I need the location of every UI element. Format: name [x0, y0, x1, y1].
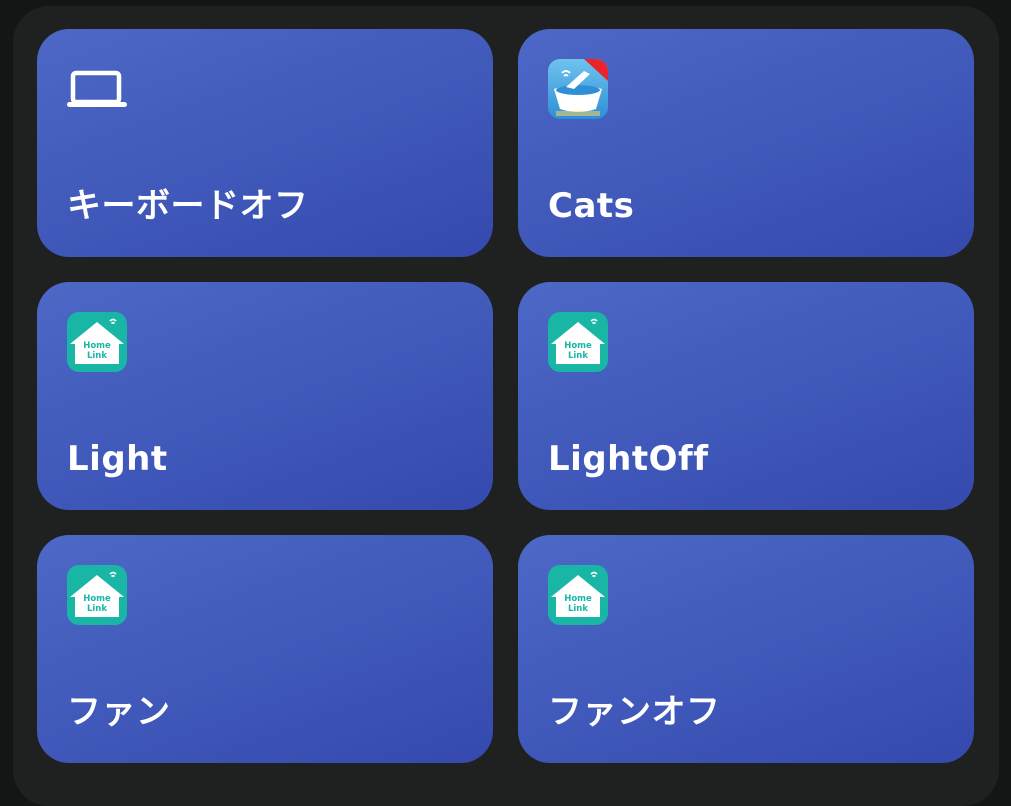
- shortcut-lightoff[interactable]: Home Link LightOff: [518, 282, 974, 510]
- svg-text:Link: Link: [87, 604, 107, 614]
- svg-text:Home: Home: [83, 341, 111, 351]
- shortcut-cats[interactable]: Cats: [518, 29, 974, 257]
- shortcut-fan-off[interactable]: Home Link ファンオフ: [518, 535, 974, 763]
- shortcut-light[interactable]: Home Link Light: [37, 282, 493, 510]
- pet-feeder-app-icon: [548, 59, 608, 119]
- shortcut-label: Light: [67, 439, 168, 479]
- shortcut-fan[interactable]: Home Link ファン: [37, 535, 493, 763]
- shortcut-label: ファンオフ: [548, 692, 721, 732]
- home-link-app-icon: Home Link: [548, 565, 608, 625]
- shortcut-label: ファン: [67, 692, 171, 732]
- shortcut-label: キーボードオフ: [67, 186, 309, 226]
- svg-text:Home: Home: [83, 594, 111, 604]
- svg-text:Link: Link: [87, 351, 107, 361]
- shortcut-keyboard-off[interactable]: キーボードオフ: [37, 29, 493, 257]
- laptop-icon: [67, 59, 127, 119]
- home-link-app-icon: Home Link: [548, 312, 608, 372]
- svg-text:Link: Link: [568, 604, 588, 614]
- home-link-app-icon: Home Link: [67, 565, 127, 625]
- svg-text:Home: Home: [564, 594, 592, 604]
- shortcut-label: LightOff: [548, 439, 709, 479]
- home-link-app-icon: Home Link: [67, 312, 127, 372]
- shortcut-label: Cats: [548, 186, 635, 226]
- svg-text:Link: Link: [568, 351, 588, 361]
- svg-text:Home: Home: [564, 341, 592, 351]
